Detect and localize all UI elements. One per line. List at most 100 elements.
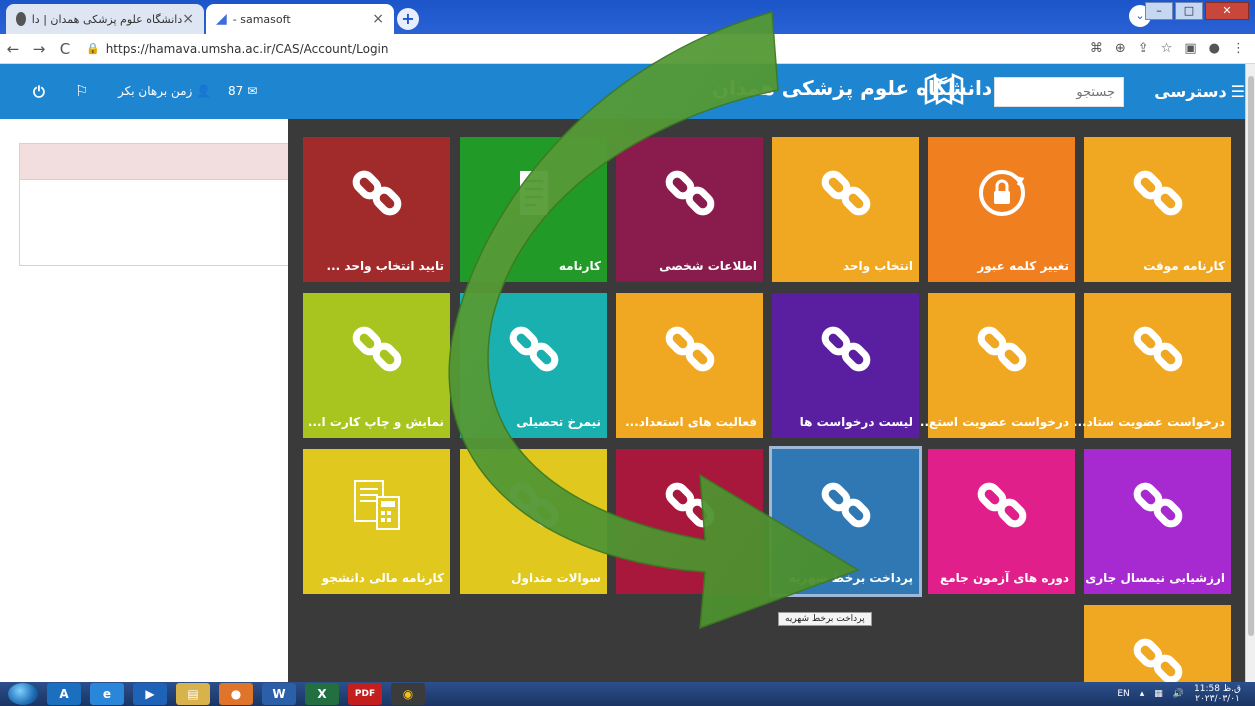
tooltip: پرداخت برخط شهریه [778,612,872,626]
new-tab-button[interactable]: + [397,8,419,30]
samasoft-favicon-icon: ◢ [216,11,227,27]
start-button-icon[interactable] [8,683,38,705]
window-controls: – □ ✕ [1145,2,1249,20]
tile[interactable]: لیست درخواست ها [772,293,919,438]
tile[interactable]: نمایش و چاپ کارت ا... [303,293,450,438]
chrome-icon[interactable]: ◉ [391,683,425,705]
search-input[interactable] [994,77,1124,107]
tile-label: لیست درخواست ها [799,415,913,429]
lock-icon: 🔒 [86,42,100,55]
tile-label: کارنامه [558,259,601,273]
user-icon: 👤 [196,84,212,98]
tile[interactable]: فعالیت های استعداد... [616,293,763,438]
share-icon[interactable]: ⇪ [1138,41,1149,56]
scrollbar-thumb[interactable] [1248,76,1254,636]
tile[interactable]: پرداخت برخط شهریه [769,446,922,597]
tab-samasoft[interactable]: ◢ - samasoft × [206,4,394,34]
sidepanel-icon[interactable]: ▣ [1184,41,1196,56]
windows-taskbar: A e ▶ ▤ ● W X PDF ◉ EN ▴ ▦ 🔊 11:58 ق.ظ ۲… [0,682,1255,706]
tile[interactable]: درخواست عضویت استع... [915,293,1075,438]
window-close-icon[interactable]: ✕ [1205,2,1249,20]
messages-link[interactable]: 87 ✉ [228,84,257,98]
access-menu-button[interactable]: دسترسی ☰ [1154,82,1245,101]
maximize-icon[interactable]: □ [1175,2,1203,20]
volume-icon[interactable]: 🔊 [1173,689,1184,699]
link-icon [508,323,560,375]
tile[interactable]: کارنامه مالی دانشجو [303,449,450,594]
menu-icon[interactable]: ⋮ [1232,41,1245,56]
language-indicator[interactable]: EN [1117,689,1129,699]
translate-icon[interactable]: ⌘ [1090,41,1103,56]
tile-label: تایید انتخاب واحد ... [326,259,444,273]
tab-close-icon[interactable]: × [182,11,194,27]
tile-label: کارنامه موقت [1143,259,1225,273]
link-icon [508,479,560,531]
link-icon [351,167,403,219]
minimize-icon[interactable]: – [1145,2,1173,20]
tile[interactable]: تایید انتخاب واحد ... [303,137,450,282]
user-name-text: زمن برهان بکر [118,84,193,98]
tile-label: سوالات متداول [511,571,601,585]
tab-umsha[interactable]: دانشگاه علوم پزشکی همدان | دانشگاه علوم … [6,4,204,34]
link-icon [820,167,872,219]
reload-icon[interactable]: C [52,40,78,58]
user-menu[interactable]: زمن برهان بکر 👤 [118,84,211,98]
tray-arrow-icon[interactable]: ▴ [1140,689,1145,699]
link-icon [1132,479,1184,531]
firefox-icon[interactable]: ● [219,683,253,705]
link-icon [1132,635,1184,687]
url-text: https://hamava.umsha.ac.ir/CAS/Account/L… [105,41,389,56]
tab-close-icon[interactable]: × [372,11,384,27]
word-icon[interactable]: W [262,683,296,705]
network-icon[interactable]: ▦ [1154,689,1163,699]
calculator-icon [351,479,403,531]
zoom-icon[interactable]: ⊕ [1115,41,1126,56]
link-icon [351,323,403,375]
power-icon[interactable]: ⏻ [33,83,45,101]
pdf-icon[interactable]: PDF [348,683,382,705]
forward-icon[interactable]: → [26,40,52,58]
app-icon[interactable]: A [47,683,81,705]
alert-panel [19,143,289,266]
page-scrollbar[interactable] [1245,64,1255,682]
toolbar-actions: ⌘ ⊕ ⇪ ☆ ▣ ● ⋮ [1090,41,1245,56]
excel-icon[interactable]: X [305,683,339,705]
tile[interactable]: کارنامه موقت [1084,137,1231,282]
clock[interactable]: 11:58 ق.ظ ۲۰۲۳/۰۳/۰۱ [1194,684,1241,704]
tile-label: تغییر کلمه عبور [977,259,1069,273]
tile[interactable]: دوره های آزمون جامع [928,449,1075,594]
tab-title: دانشگاه علوم پزشکی همدان | دانشگاه علوم … [32,12,183,26]
link-icon [664,479,716,531]
lock-refresh-icon [976,167,1028,219]
clock-time: 11:58 ق.ظ [1194,684,1241,694]
tile[interactable]: اطلاعات شخصی [616,137,763,282]
ie-icon[interactable]: e [90,683,124,705]
tile[interactable]: سوالات متداول [460,449,607,594]
link-icon [664,323,716,375]
tile[interactable]: کارنامه [460,137,607,282]
tile[interactable]: نیمرخ تحصیلی [460,293,607,438]
media-icon[interactable]: ▶ [133,683,167,705]
link-icon [976,323,1028,375]
link-icon [664,167,716,219]
tile-label: انتخاب واحد [842,259,913,273]
link-icon [1132,323,1184,375]
tile[interactable] [1084,605,1231,684]
tile-label: فعالیت های استعداد... [625,415,757,429]
back-icon[interactable]: ← [0,40,26,58]
tile[interactable] [616,449,763,594]
link-icon [820,323,872,375]
bookmark-star-icon[interactable]: ☆ [1161,41,1173,56]
profile-icon[interactable]: ● [1209,41,1220,56]
browser-tabstrip: دانشگاه علوم پزشکی همدان | دانشگاه علوم … [0,0,1255,34]
university-logo-icon [924,73,964,106]
tile[interactable]: انتخاب واحد [772,137,919,282]
tile-label: دوره های آزمون جامع [940,571,1069,585]
address-bar[interactable]: 🔒 https://hamava.umsha.ac.ir/CAS/Account… [86,37,1080,61]
site-favicon-icon [16,12,27,26]
flag-icon[interactable]: ⚐ [75,82,88,100]
tile[interactable]: ارزشیابی نیمسال جاری [1084,449,1231,594]
explorer-icon[interactable]: ▤ [176,683,210,705]
tile[interactable]: درخواست عضویت ستاد... [1073,293,1231,438]
tile[interactable]: تغییر کلمه عبور [928,137,1075,282]
